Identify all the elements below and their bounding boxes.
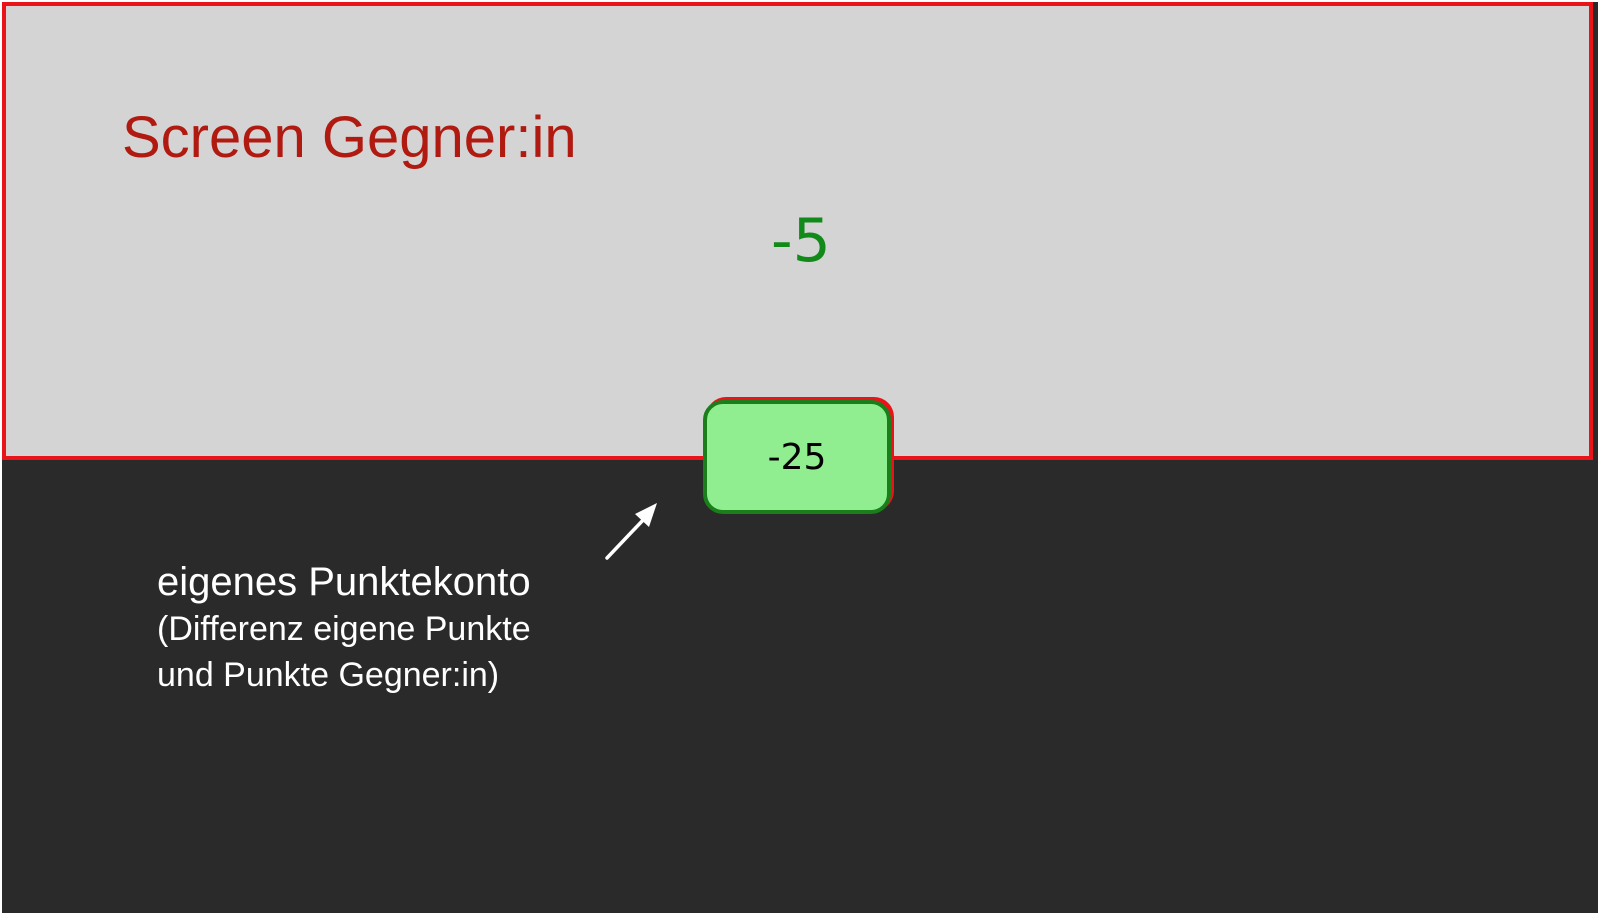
- own-score-value: -25: [767, 436, 827, 478]
- annotation-line-2: und Punkte Gegner:in): [157, 656, 500, 694]
- annotation-text: eigenes Punktekonto (Differenz eigene Pu…: [157, 558, 531, 698]
- own-score-box: -25: [703, 400, 891, 514]
- annotation-title: eigenes Punktekonto: [157, 560, 531, 604]
- opponent-screen-panel: Screen Gegner:in -5: [2, 2, 1593, 460]
- arrow-up-right-icon: [605, 503, 657, 560]
- annotation-line-1: (Differenz eigene Punkte: [157, 610, 531, 648]
- opponent-score: -5: [771, 206, 831, 276]
- screen-title: Screen Gegner:in: [122, 105, 577, 170]
